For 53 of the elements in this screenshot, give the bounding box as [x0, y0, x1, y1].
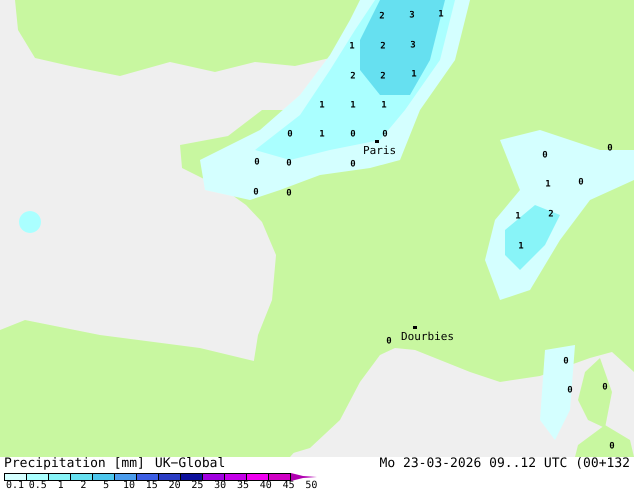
forecast-time: Mo 23-03-2026 09..12 UTC (00+132 [380, 457, 630, 471]
chart-title: Precipitation [mm] [4, 457, 145, 471]
model-name: UK−Global [154, 457, 226, 471]
city-marker [413, 326, 417, 329]
value-label: 0 [350, 160, 356, 170]
legend-label: 5 [103, 481, 110, 490]
value-label: 2 [380, 42, 386, 52]
value-label: 2 [548, 210, 554, 220]
legend-label: 50 [305, 481, 318, 490]
legend-label: 25 [191, 481, 204, 490]
legend-label: 30 [214, 481, 226, 490]
value-label: 0 [607, 144, 613, 154]
value-label: 2 [350, 72, 356, 82]
value-label: 1 [545, 180, 551, 190]
legend-label: 0.5 [28, 481, 47, 490]
value-label: 0 [350, 130, 356, 140]
value-label: 1 [515, 212, 521, 222]
value-label: 3 [410, 42, 416, 50]
legend-label: 15 [146, 481, 158, 490]
value-label: 0 [286, 190, 292, 198]
value-label: 0 [253, 188, 259, 198]
city-marker [375, 140, 379, 143]
value-label: 1 [381, 102, 387, 110]
value-label: 1 [319, 130, 325, 140]
legend-label: 20 [168, 481, 181, 490]
value-label: 1 [518, 242, 524, 252]
value-label: 0 [563, 358, 569, 366]
value-label: 0 [609, 442, 615, 452]
value-label: 3 [409, 12, 415, 20]
city-label: Paris [363, 145, 396, 156]
value-label: 1 [349, 42, 355, 52]
value-label: 0 [542, 152, 548, 160]
legend-label: 0.1 [6, 481, 24, 490]
value-label: 0 [602, 384, 608, 392]
city-label: Dourbies [401, 331, 454, 342]
value-label: 0 [286, 160, 292, 168]
value-label: 1 [411, 70, 417, 80]
value-label: 2 [379, 12, 385, 22]
value-label: 0 [386, 338, 392, 346]
legend-label: 45 [282, 481, 295, 490]
value-label: 1 [350, 102, 356, 110]
value-label: 1 [319, 102, 325, 110]
legend-label: 1 [58, 481, 64, 490]
value-label: 0 [382, 130, 388, 140]
legend-label: 10 [122, 481, 136, 490]
value-label: 0 [287, 130, 293, 140]
value-label: 2 [380, 72, 386, 82]
value-label: 0 [567, 386, 573, 396]
value-label: 1 [438, 10, 444, 20]
legend-label: 40 [260, 481, 272, 490]
value-label: 0 [578, 178, 584, 188]
value-label: 0 [254, 158, 260, 168]
legend-label: 35 [236, 481, 250, 490]
